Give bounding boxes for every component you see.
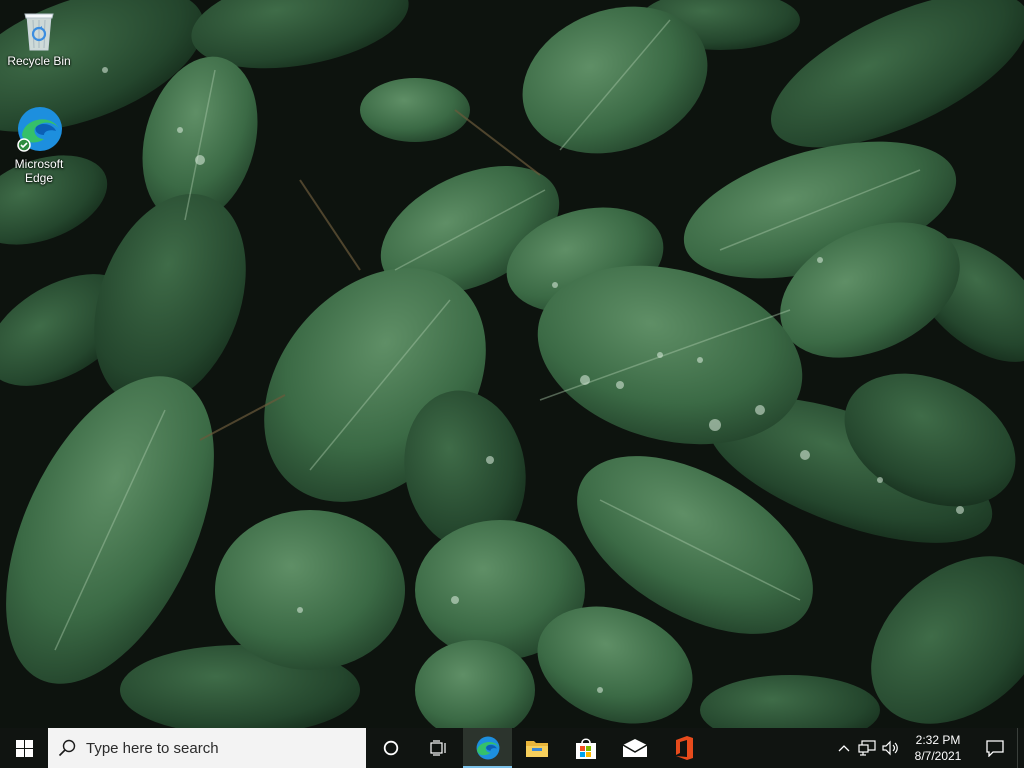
chevron-up-icon xyxy=(838,745,850,752)
show-desktop-button[interactable] xyxy=(1017,728,1024,768)
edge-icon xyxy=(17,107,62,152)
mail-icon xyxy=(622,739,647,757)
taskbar-app-store[interactable] xyxy=(561,728,610,768)
task-view-icon xyxy=(430,740,446,756)
folder-icon xyxy=(525,741,548,757)
desktop[interactable]: Recycle Bin Microsoft Edge xyxy=(0,0,1024,728)
windows-logo-icon xyxy=(15,739,33,757)
taskbar-app-office[interactable] xyxy=(659,728,708,768)
search-box[interactable]: Type here to search xyxy=(48,728,366,768)
network-icon xyxy=(858,740,876,756)
taskbar-app-mail[interactable] xyxy=(610,728,659,768)
office-icon xyxy=(675,736,693,760)
clock-date: 8/7/2021 xyxy=(914,749,962,763)
wallpaper-leaves xyxy=(0,0,1024,728)
network-button[interactable] xyxy=(855,728,879,768)
taskbar: Type here to search 2:32 PM 8/7/2021 xyxy=(0,728,1024,768)
taskbar-app-edge[interactable] xyxy=(463,728,512,768)
clock-time: 2:32 PM xyxy=(915,733,961,747)
search-icon xyxy=(58,739,76,757)
desktop-icon-label: Microsoft Edge xyxy=(14,157,64,185)
desktop-icon-microsoft-edge[interactable]: Microsoft Edge xyxy=(1,105,77,185)
recycle-bin-icon xyxy=(24,13,54,51)
task-view-button[interactable] xyxy=(415,728,463,768)
search-placeholder: Type here to search xyxy=(86,739,219,757)
action-center-button[interactable] xyxy=(973,728,1017,768)
show-hidden-icons-button[interactable] xyxy=(833,728,855,768)
speaker-icon xyxy=(882,740,898,756)
volume-button[interactable] xyxy=(879,728,903,768)
notification-icon xyxy=(986,740,1004,757)
cortana-circle-icon xyxy=(383,740,399,756)
taskbar-app-file-explorer[interactable] xyxy=(512,728,561,768)
desktop-icon-label: Recycle Bin xyxy=(7,54,71,68)
desktop-icon-recycle-bin[interactable]: Recycle Bin xyxy=(1,8,77,68)
start-button[interactable] xyxy=(0,728,48,768)
system-tray: 2:32 PM 8/7/2021 xyxy=(833,728,1024,768)
store-icon xyxy=(575,738,596,759)
clock[interactable]: 2:32 PM 8/7/2021 xyxy=(903,728,973,768)
cortana-button[interactable] xyxy=(367,728,415,768)
edge-icon xyxy=(476,736,499,760)
